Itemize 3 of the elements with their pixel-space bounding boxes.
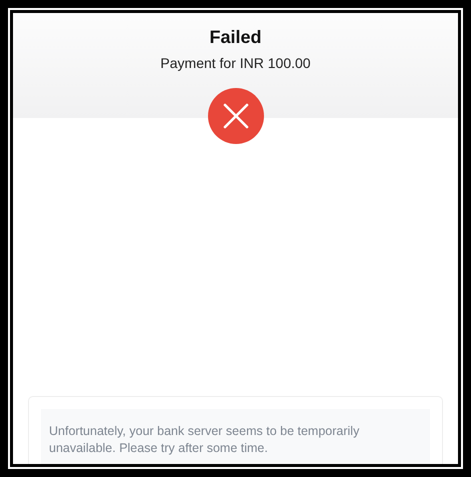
payment-amount: Payment for INR 100.00 [160,55,311,71]
status-title: Failed [209,27,262,48]
error-message: Unfortunately, your bank server seems to be temporarily unavailable. Please try after some time. [41,409,430,464]
